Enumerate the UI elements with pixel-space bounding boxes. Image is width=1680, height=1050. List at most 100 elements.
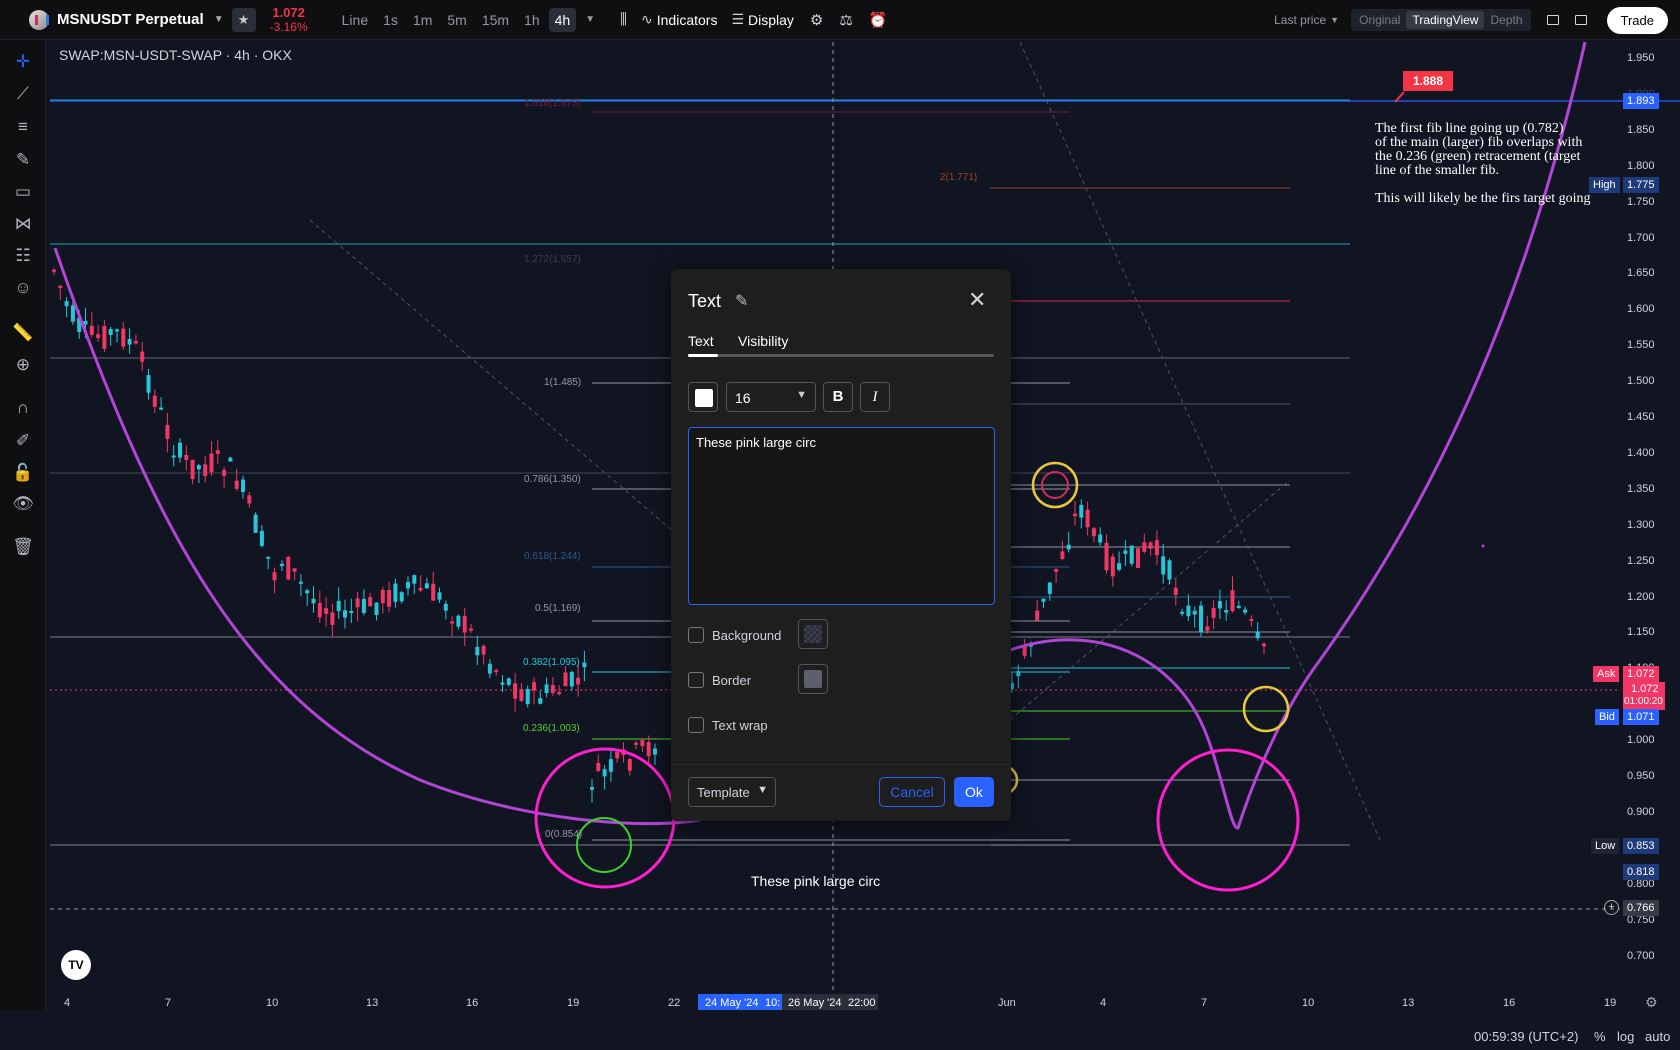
tf-5m[interactable]: 5m: [441, 8, 472, 32]
background-color-button[interactable]: [798, 619, 828, 649]
view-depth[interactable]: Depth: [1484, 11, 1528, 29]
border-option[interactable]: Border: [688, 671, 751, 689]
auto-toggle[interactable]: auto: [1645, 1029, 1670, 1044]
symbol-name[interactable]: MSNUSDT Perpetual: [57, 11, 204, 28]
pink-circle: [1156, 748, 1300, 892]
tab-text[interactable]: Text: [688, 333, 714, 349]
candle-body: [1085, 509, 1090, 528]
price-tick: 1.500: [1627, 375, 1655, 388]
tab-visibility[interactable]: Visibility: [738, 333, 788, 349]
comment-icon[interactable]: ▭: [11, 180, 35, 204]
view-original[interactable]: Original: [1353, 11, 1406, 29]
candle-body: [1211, 607, 1216, 618]
lock-icon[interactable]: 🔓: [11, 461, 35, 485]
template-dropdown[interactable]: Template ▼: [688, 777, 776, 807]
candle-body: [272, 572, 277, 581]
border-color-button[interactable]: [798, 664, 828, 694]
candle-body: [380, 589, 385, 604]
horizontal-lines-icon[interactable]: ≡: [11, 115, 35, 139]
trend-line-icon[interactable]: ⟋: [11, 82, 35, 106]
fib-label-786: 0.786(1.350): [524, 474, 581, 485]
log-toggle[interactable]: log: [1617, 1029, 1634, 1044]
italic-button[interactable]: I: [860, 382, 890, 412]
ruler-icon[interactable]: 📏: [11, 321, 35, 345]
cancel-button[interactable]: Cancel: [879, 777, 945, 807]
zoom-in-icon[interactable]: ⊕: [11, 353, 35, 377]
candle-body: [469, 628, 473, 631]
display-icon: ☰: [731, 11, 745, 27]
text-wrap-option[interactable]: Text wrap: [688, 716, 768, 734]
alert-icon[interactable]: ⏰: [869, 11, 888, 29]
view-tradingview[interactable]: TradingView: [1406, 11, 1485, 29]
add-alert-plus-icon[interactable]: +: [1604, 900, 1619, 915]
scale-icon[interactable]: ⚖: [839, 11, 852, 29]
annotation-text[interactable]: The first fib line going up (0.782) of t…: [1375, 122, 1591, 206]
candle-body: [525, 688, 530, 705]
top-toolbar: MSNUSDT Perpetual ▼ ★ 1.072 -3.16% Line …: [0, 0, 1680, 40]
candle-body: [1016, 671, 1021, 677]
text-color-button[interactable]: [688, 382, 718, 412]
chevron-down-icon[interactable]: ▼: [214, 14, 224, 25]
close-icon[interactable]: ✕: [968, 287, 986, 313]
candle-body: [1236, 605, 1241, 608]
percent-toggle[interactable]: %: [1594, 1029, 1606, 1044]
fullscreen-icon[interactable]: [1574, 15, 1587, 25]
candle-type-icon[interactable]: ⫼: [620, 11, 627, 28]
text-input[interactable]: [688, 427, 995, 605]
fib-icon[interactable]: ☷: [11, 244, 35, 268]
display-button[interactable]: ☰ Display: [731, 11, 793, 28]
candle-body: [1199, 605, 1203, 633]
tf-15m[interactable]: 15m: [476, 8, 515, 32]
border-checkbox[interactable]: [688, 672, 704, 688]
tf-line[interactable]: Line: [336, 8, 374, 32]
crosshair-icon[interactable]: ✛: [11, 50, 35, 74]
smiley-icon[interactable]: ☺: [11, 276, 35, 300]
candle-body: [602, 769, 607, 777]
ok-button[interactable]: Ok: [954, 777, 994, 807]
candle-body: [1117, 563, 1122, 570]
indicators-button[interactable]: ∿ Indicators: [641, 11, 717, 28]
tf-4h[interactable]: 4h: [548, 7, 577, 32]
candle-body: [52, 269, 56, 272]
tf-more-chevron-icon[interactable]: ▼: [579, 10, 601, 29]
timezone-gear-icon[interactable]: ⚙: [1645, 994, 1658, 1011]
price-tick: 0.900: [1627, 805, 1655, 818]
candle-body: [292, 568, 297, 572]
text-wrap-checkbox[interactable]: [688, 717, 704, 733]
tf-1m[interactable]: 1m: [407, 8, 438, 32]
price-tick: 0.700: [1627, 949, 1655, 962]
chevron-down-icon[interactable]: ▼: [1330, 15, 1339, 25]
candle-body: [596, 762, 601, 772]
tf-1h[interactable]: 1h: [518, 8, 546, 32]
candle-body: [519, 689, 524, 701]
window-icon[interactable]: [1546, 15, 1559, 25]
pattern-icon[interactable]: ⋈: [11, 212, 35, 236]
candle-body: [222, 469, 227, 476]
candle-body: [1079, 504, 1084, 518]
background-option[interactable]: Background: [688, 626, 781, 644]
tradingview-logo-icon[interactable]: TV: [61, 950, 91, 980]
candle-body: [178, 442, 182, 458]
trash-icon[interactable]: 🗑: [11, 535, 35, 559]
brush-icon[interactable]: ✎: [11, 148, 35, 172]
candle-body: [215, 450, 220, 454]
pencil-lock-icon[interactable]: ✐: [11, 429, 35, 453]
last-price-selector[interactable]: Last price: [1274, 13, 1326, 27]
font-size-select[interactable]: 16 ▼: [726, 382, 816, 412]
star-icon[interactable]: ★: [231, 7, 256, 32]
placed-text-drawing[interactable]: These pink large circ: [751, 873, 880, 889]
eye-icon[interactable]: 👁: [11, 492, 35, 516]
price-tag-0818: 0.818: [1623, 864, 1659, 880]
trade-button[interactable]: Trade: [1606, 6, 1668, 34]
tf-1s[interactable]: 1s: [377, 8, 404, 32]
gear-icon[interactable]: ⚙: [810, 11, 823, 29]
candle-body: [374, 602, 379, 616]
time-tick: 7: [1201, 997, 1208, 1009]
pencil-icon[interactable]: ✎: [735, 291, 748, 311]
candle-body: [532, 682, 536, 691]
bold-button[interactable]: B: [823, 382, 853, 412]
fib-label-1272: 1.272(1.657): [524, 254, 581, 265]
background-checkbox[interactable]: [688, 627, 704, 643]
magnet-icon[interactable]: ∩: [11, 396, 35, 420]
clock[interactable]: 00:59:39 (UTC+2): [1474, 1029, 1578, 1044]
